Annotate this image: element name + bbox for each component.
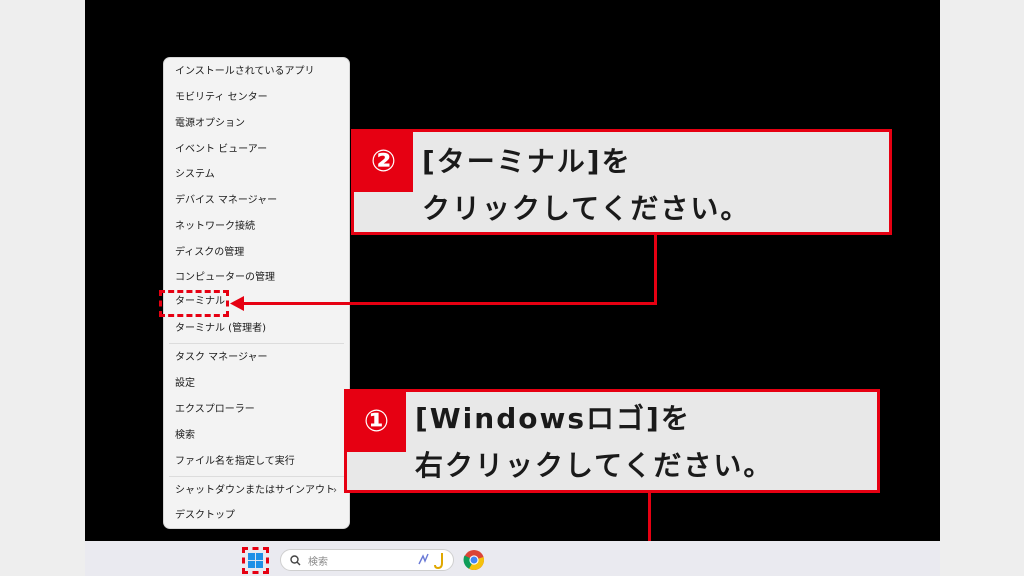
callout-line-2: クリックしてください。 bbox=[422, 192, 751, 225]
menu-item-disk-management[interactable]: ディスクの管理 bbox=[164, 241, 349, 265]
windows-start-button[interactable] bbox=[242, 547, 269, 574]
saxophone-icon bbox=[434, 553, 443, 570]
menu-item-label: シャットダウンまたはサインアウト bbox=[175, 485, 335, 496]
taskbar bbox=[85, 541, 940, 576]
menu-item-desktop[interactable]: デスクトップ bbox=[164, 504, 349, 528]
callout-line-1: [ターミナル]を bbox=[422, 145, 632, 178]
menu-item-task-manager[interactable]: タスク マネージャー bbox=[164, 346, 349, 370]
menu-item-system[interactable]: システム bbox=[164, 163, 349, 187]
menu-item-event-viewer[interactable]: イベント ビューアー bbox=[164, 138, 349, 162]
step-number-badge: ① bbox=[347, 392, 406, 452]
menu-separator bbox=[169, 343, 344, 344]
connector-line bbox=[240, 302, 657, 305]
callout-step-2: ② [ターミナル]を クリックしてください。 bbox=[351, 129, 892, 235]
callout-line-2: 右クリックしてください。 bbox=[415, 449, 774, 482]
chrome-icon[interactable] bbox=[463, 549, 485, 571]
menu-item-device-manager[interactable]: デバイス マネージャー bbox=[164, 189, 349, 213]
menu-item-terminal-admin[interactable]: ターミナル (管理者) bbox=[164, 317, 349, 341]
menu-item-settings[interactable]: 設定 bbox=[164, 372, 349, 396]
taskbar-search-box[interactable]: 検索 bbox=[280, 549, 454, 571]
callout-line-1: [Windowsロゴ]を bbox=[415, 402, 691, 435]
callout-step-1: ① [Windowsロゴ]を 右クリックしてください。 bbox=[344, 389, 880, 493]
windows-logo-icon bbox=[248, 553, 263, 568]
connector-line bbox=[654, 235, 657, 304]
menu-item-computer-management[interactable]: コンピューターの管理 bbox=[164, 266, 349, 290]
step-number-badge: ② bbox=[354, 132, 413, 192]
search-placeholder: 検索 bbox=[308, 557, 328, 568]
menu-item-search[interactable]: 検索 bbox=[164, 424, 349, 448]
search-highlight-icon bbox=[418, 553, 429, 565]
menu-item-installed-apps[interactable]: インストールされているアプリ bbox=[164, 60, 349, 84]
search-icon bbox=[290, 555, 301, 566]
menu-item-run[interactable]: ファイル名を指定して実行 bbox=[164, 450, 349, 474]
menu-item-mobility-center[interactable]: モビリティ センター bbox=[164, 86, 349, 110]
arrowhead-left-icon bbox=[230, 296, 244, 311]
menu-item-power-options[interactable]: 電源オプション bbox=[164, 112, 349, 136]
menu-item-network-connections[interactable]: ネットワーク接続 bbox=[164, 215, 349, 239]
menu-item-shutdown-signout[interactable]: シャットダウンまたはサインアウト › bbox=[164, 479, 349, 503]
chevron-right-icon: › bbox=[333, 485, 337, 496]
menu-separator bbox=[169, 476, 344, 477]
menu-item-explorer[interactable]: エクスプローラー bbox=[164, 398, 349, 422]
terminal-highlight-box bbox=[159, 290, 229, 317]
